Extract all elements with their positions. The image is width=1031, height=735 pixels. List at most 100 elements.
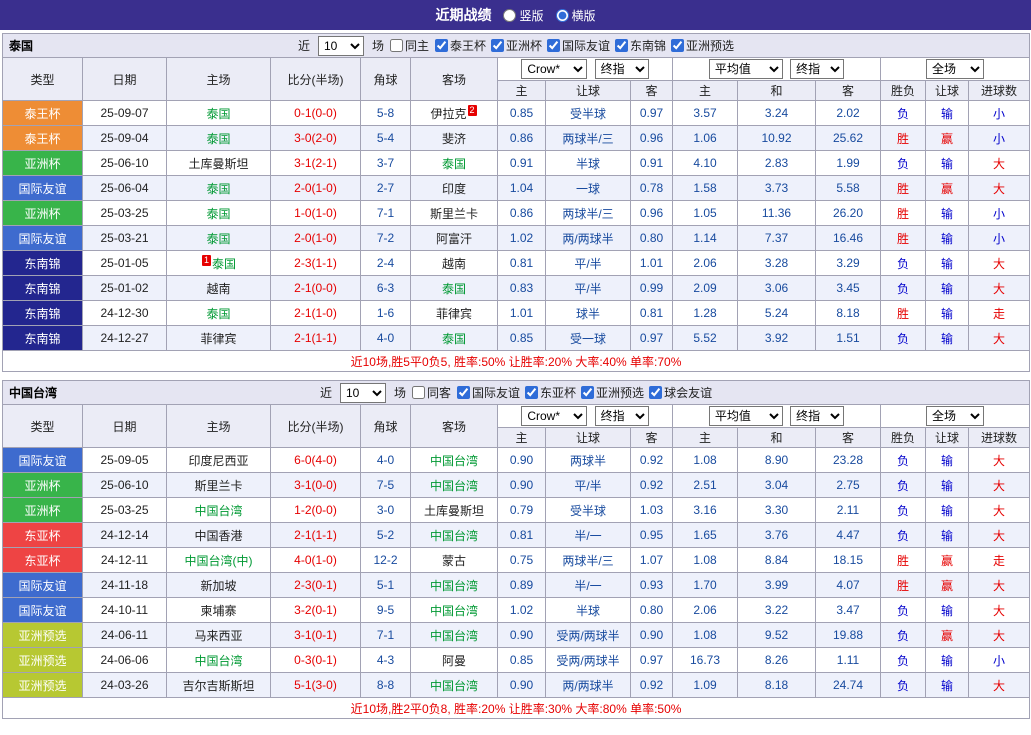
result-handicap: 输 [925,497,969,523]
home-team: 吉尔吉斯斯坦 [166,672,271,698]
team-name: 土库曼斯坦 [188,156,249,171]
filters-bar: 近 10 场 同主 泰王杯 亚洲杯 国际友谊 东南锦 亚洲预选 [297,35,734,56]
col-header-sub: 让球 [545,427,631,448]
scope-select[interactable]: 全场 [926,406,985,426]
competition-filter[interactable]: 东南锦 [615,37,666,54]
competition-filter[interactable]: 泰王杯 [434,37,486,54]
home-team: 泰国 [166,175,271,201]
bookmaker-select[interactable]: Crow* [521,406,588,426]
result-handicap: 输 [925,225,969,251]
competition-filter[interactable]: 东亚杯 [525,384,576,401]
result-goals: 大 [967,325,1031,351]
avg-home: 16.73 [672,647,738,673]
same-side-checkbox[interactable] [389,39,403,52]
result-goals: 大 [967,275,1031,301]
final-odds-select-1[interactable]: 终指 [594,59,649,79]
avg-away: 2.75 [815,472,881,498]
result-goals: 大 [967,150,1031,176]
result-winloss: 负 [880,150,926,176]
odds-away: 0.92 [630,472,673,498]
final-odds-select-1[interactable]: 终指 [594,406,649,426]
away-team: 伊拉克 2 [410,100,498,126]
team-name: 斯里兰卡 [429,206,478,221]
same-side-filter[interactable]: 同客 [412,384,451,401]
odds-home: 0.81 [497,522,546,548]
corner-score: 5-4 [360,125,411,151]
same-side-filter[interactable]: 同主 [389,37,429,54]
odds-home: 0.75 [497,547,546,573]
competition-filter[interactable]: 国际友谊 [457,384,520,401]
result-goals: 大 [967,622,1031,648]
odds-source-header: Crow* 终指 [497,404,673,428]
scope-select[interactable]: 全场 [926,59,984,79]
match-score: 2-0(1-0) [270,175,361,201]
odds-handicap: 两球半/三 [545,200,631,226]
away-team: 斐济 [410,125,498,151]
avg-away: 16.46 [815,225,881,251]
matches-body: 国际友谊 25-09-05 印度尼西亚 6-0(4-0) 4-0 中国台湾 0.90 两球半 0… [2,447,1031,698]
match-date: 25-03-25 [82,200,167,226]
near-label: 近 [297,39,310,53]
result-handicap: 赢 [925,175,969,201]
competition-checkbox[interactable] [615,39,629,52]
avg-home: 1.70 [672,572,738,598]
result-winloss: 胜 [880,300,926,326]
odds-handicap: 受半球 [545,497,631,523]
odds-away: 1.03 [630,497,673,523]
competition-label: 国际友谊 [562,39,611,53]
col-header-main: 客场 [410,57,498,101]
away-team: 土库曼斯坦 [410,497,498,523]
same-side-checkbox[interactable] [412,386,425,399]
competition-checkbox[interactable] [671,39,685,52]
team-name: 阿富汗 [435,231,472,246]
match-type: 国际友谊 [2,225,83,251]
match-row: 亚洲杯 25-03-25 泰国 1-0(1-0) 7-1 斯里兰卡 0.86 两球半/三 0.9… [2,200,1031,226]
match-score: 3-2(0-1) [270,597,361,623]
corner-score: 2-4 [360,250,411,276]
match-score: 3-1(2-1) [270,150,361,176]
competition-filter[interactable]: 亚洲预选 [671,37,734,54]
odds-handicap: 半/一 [545,522,631,548]
col-header-sub: 让球 [545,80,631,101]
competition-filter[interactable]: 亚洲杯 [491,37,542,54]
corner-score: 7-5 [360,472,411,498]
match-count-select[interactable]: 10 [317,35,364,56]
competition-checkbox[interactable] [491,39,504,52]
competition-checkbox[interactable] [457,386,471,399]
competition-filter[interactable]: 亚洲预选 [581,384,644,401]
layout-radio-vertical[interactable] [503,8,517,22]
match-row: 亚洲杯 25-06-10 土库曼斯坦 3-1(2-1) 3-7 泰国 0.91 半球 0.91 4… [2,150,1031,176]
result-winloss: 胜 [880,225,926,251]
average-select[interactable]: 平均值 [708,406,783,426]
competition-label: 亚洲杯 [506,39,543,53]
competition-filter[interactable]: 球会友谊 [649,384,712,401]
team-name: 泰国 [212,256,237,271]
layout-option-vertical[interactable]: 竖版 [503,7,544,24]
competition-checkbox[interactable] [581,386,595,399]
col-header-sub: 让球 [925,427,969,448]
competition-checkbox[interactable] [547,39,561,52]
match-score: 0-3(0-1) [270,647,361,673]
team-name: 泰国 [441,156,466,171]
team-name: 中国台湾 [429,678,478,693]
away-team: 中国台湾 [410,572,498,598]
competition-label: 泰王杯 [449,39,486,53]
avg-draw: 5.24 [737,300,816,326]
match-count-select[interactable]: 10 [339,382,386,403]
competition-checkbox[interactable] [434,39,448,52]
competition-checkbox[interactable] [649,386,663,399]
team-name: 泰国 [206,306,231,321]
average-select[interactable]: 平均值 [708,59,783,79]
competition-filter[interactable]: 国际友谊 [547,37,610,54]
layout-radio-horizontal[interactable] [555,8,569,22]
page-title: 近期战绩 [435,7,492,23]
final-odds-select-2[interactable]: 终指 [790,406,845,426]
col-header-sub: 和 [737,80,816,101]
avg-home: 1.28 [672,300,738,326]
final-odds-select-2[interactable]: 终指 [790,59,845,79]
bookmaker-select[interactable]: Crow* [521,59,588,79]
odds-away: 0.90 [630,622,673,648]
layout-option-horizontal[interactable]: 横版 [555,7,596,24]
match-row: 国际友谊 25-09-05 印度尼西亚 6-0(4-0) 4-0 中国台湾 0.90 两球半 0… [2,447,1031,473]
competition-checkbox[interactable] [525,386,539,399]
